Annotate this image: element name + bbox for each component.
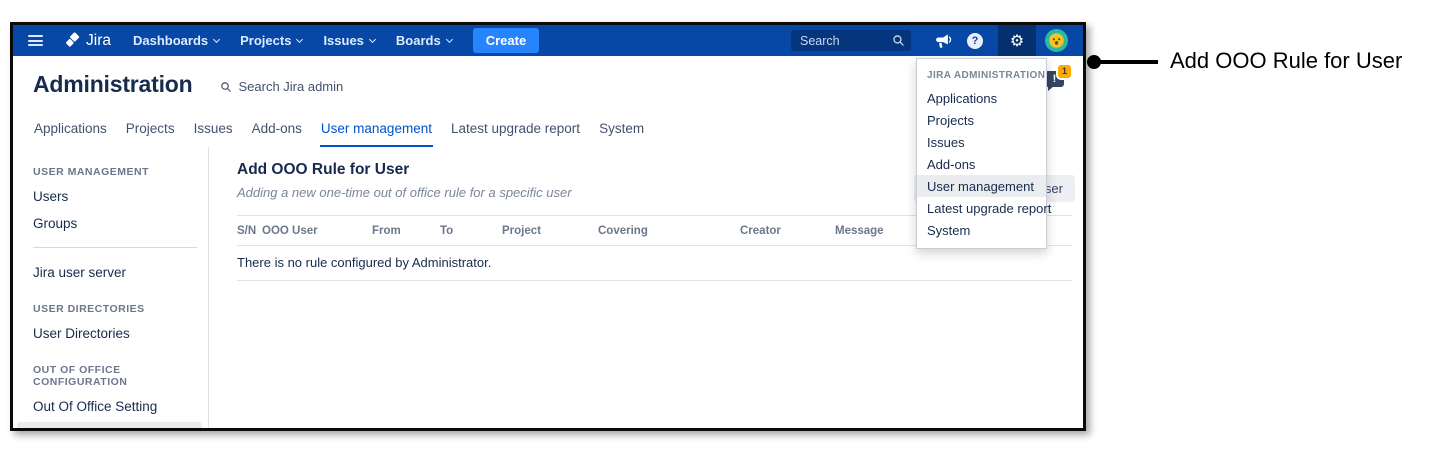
chevron-down-icon — [213, 35, 220, 42]
table-empty-message: There is no rule configured by Administr… — [237, 246, 1072, 281]
nav-item-label: Issues — [323, 33, 363, 48]
col-header-covering: Covering — [598, 225, 740, 237]
search-icon — [892, 34, 905, 47]
nav-item-label: Projects — [240, 33, 291, 48]
dropdown-header: JIRA ADMINISTRATION — [917, 65, 1046, 87]
jira-logo[interactable]: Jira — [64, 32, 111, 50]
page-title: Administration — [33, 71, 192, 98]
help-icon[interactable]: ? — [967, 33, 983, 49]
jira-administration-dropdown: JIRA ADMINISTRATION Applications Project… — [916, 58, 1047, 249]
sidebar-item-user-directories[interactable]: User Directories — [33, 320, 202, 347]
dropdown-item-applications[interactable]: Applications — [917, 87, 1046, 109]
admin-settings-gear-button[interactable]: ⚙ — [998, 25, 1036, 56]
sidebar-section-header: USER MANAGEMENT — [33, 166, 202, 178]
app-switcher-icon[interactable] — [28, 35, 43, 46]
jira-logo-icon — [64, 32, 81, 49]
nav-item-label: Boards — [396, 33, 441, 48]
admin-search-label: Search Jira admin — [238, 79, 343, 94]
col-header-sn: S/N — [237, 225, 262, 237]
col-header-ooo-user: OOO User — [262, 225, 372, 237]
dropdown-item-add-ons[interactable]: Add-ons — [917, 153, 1046, 175]
sidebar-item-add-out-of-office-rule[interactable]: Add Out Of Office Rule for User — [17, 422, 202, 431]
tab-add-ons[interactable]: Add-ons — [251, 121, 303, 147]
notification-badge: 1 — [1058, 65, 1071, 78]
top-navbar: Jira Dashboards Projects Issues Boards C… — [13, 25, 1083, 56]
sidebar-section-header: OUT OF OFFICE CONFIGURATION — [33, 364, 202, 388]
navbar-right-cluster: ? ⚙ — [791, 25, 1083, 56]
col-header-project: Project — [502, 225, 598, 237]
brand-name: Jira — [86, 32, 111, 50]
tab-applications[interactable]: Applications — [33, 121, 108, 147]
tab-latest-upgrade-report[interactable]: Latest upgrade report — [450, 121, 581, 147]
admin-search[interactable]: Search Jira admin — [220, 79, 343, 94]
dropdown-item-issues[interactable]: Issues — [917, 131, 1046, 153]
tab-issues[interactable]: Issues — [193, 121, 234, 147]
tab-user-management[interactable]: User management — [320, 121, 433, 147]
megaphone-icon[interactable] — [934, 33, 952, 49]
chevron-down-icon — [296, 35, 303, 42]
tab-projects[interactable]: Projects — [125, 121, 176, 147]
sidebar-item-groups[interactable]: Groups — [33, 210, 202, 237]
sidebar: USER MANAGEMENT Users Groups Jira user s… — [13, 147, 209, 428]
nav-item-label: Dashboards — [133, 33, 208, 48]
nav-item-boards[interactable]: Boards — [396, 33, 452, 48]
sidebar-item-users[interactable]: Users — [33, 183, 202, 210]
sidebar-item-out-of-office-setting[interactable]: Out Of Office Setting — [33, 393, 202, 420]
notification-icon[interactable]: ! 1 — [1045, 71, 1064, 87]
chevron-down-icon — [446, 35, 453, 42]
tab-system[interactable]: System — [598, 121, 645, 147]
app-screenshot-frame: Jira Dashboards Projects Issues Boards C… — [10, 22, 1086, 431]
user-avatar[interactable] — [1045, 29, 1068, 52]
speech-bubble-icon: ! 1 — [1045, 71, 1064, 87]
dropdown-item-user-management[interactable]: User management — [917, 175, 1046, 197]
col-header-from: From — [372, 225, 440, 237]
nav-item-dashboards[interactable]: Dashboards — [133, 33, 219, 48]
sidebar-divider — [33, 247, 197, 248]
dropdown-item-latest-upgrade-report[interactable]: Latest upgrade report — [917, 197, 1046, 219]
nav-item-projects[interactable]: Projects — [240, 33, 302, 48]
callout-line — [1097, 60, 1158, 64]
create-button[interactable]: Create — [473, 28, 539, 53]
chevron-down-icon — [369, 35, 376, 42]
search-icon — [220, 81, 232, 93]
dropdown-item-projects[interactable]: Projects — [917, 109, 1046, 131]
gear-icon: ⚙ — [1010, 33, 1024, 49]
callout-label: Add OOO Rule for User — [1170, 48, 1402, 74]
nav-item-issues[interactable]: Issues — [323, 33, 374, 48]
sidebar-item-jira-user-server[interactable]: Jira user server — [33, 259, 202, 286]
sidebar-section-header: USER DIRECTORIES — [33, 303, 202, 315]
col-header-creator: Creator — [740, 225, 835, 237]
dropdown-item-system[interactable]: System — [917, 219, 1046, 241]
col-header-to: To — [440, 225, 502, 237]
